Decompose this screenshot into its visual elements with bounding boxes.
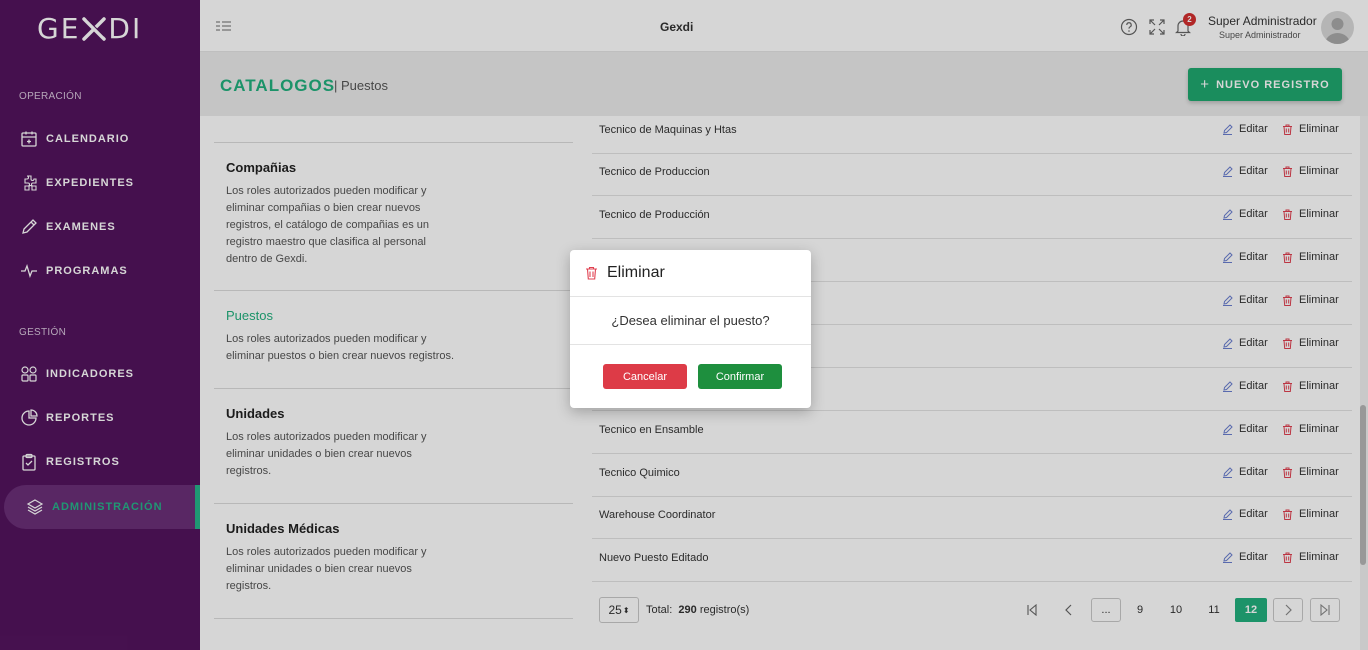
modal-message: ¿Desea eliminar el puesto?	[570, 297, 811, 345]
modal-header: Eliminar	[570, 250, 811, 297]
modal-title: Eliminar	[607, 264, 665, 281]
trash-icon	[586, 266, 597, 280]
confirm-button[interactable]: Confirmar	[698, 364, 782, 389]
cancel-button[interactable]: Cancelar	[603, 364, 687, 389]
delete-confirm-modal: Eliminar ¿Desea eliminar el puesto? Canc…	[570, 250, 811, 408]
